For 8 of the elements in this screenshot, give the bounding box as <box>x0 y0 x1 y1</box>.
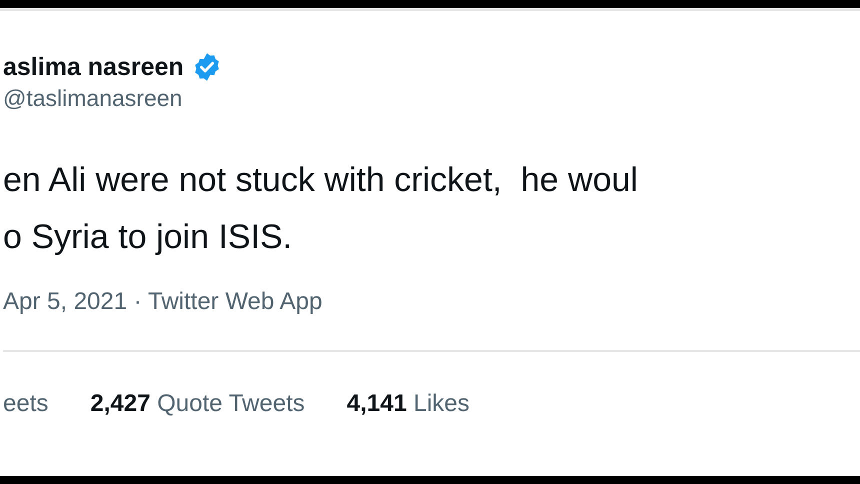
author-handle: @taslimanasreen <box>3 85 182 111</box>
stat-count[interactable]: eets <box>3 386 48 422</box>
author-name: aslima nasreen <box>3 52 184 83</box>
tweet-text-line: o Syria to join ISIS. <box>3 217 292 258</box>
stat-count[interactable]: 2,427 Quote Tweets <box>90 386 305 422</box>
stat-count[interactable]: 4,141 Likes <box>346 386 470 422</box>
tweet-text-line: en Ali were not stuck with cricket, he woul <box>3 160 638 201</box>
tweet-timestamp: Apr 5, 2021 · Twitter Web App <box>3 287 322 317</box>
